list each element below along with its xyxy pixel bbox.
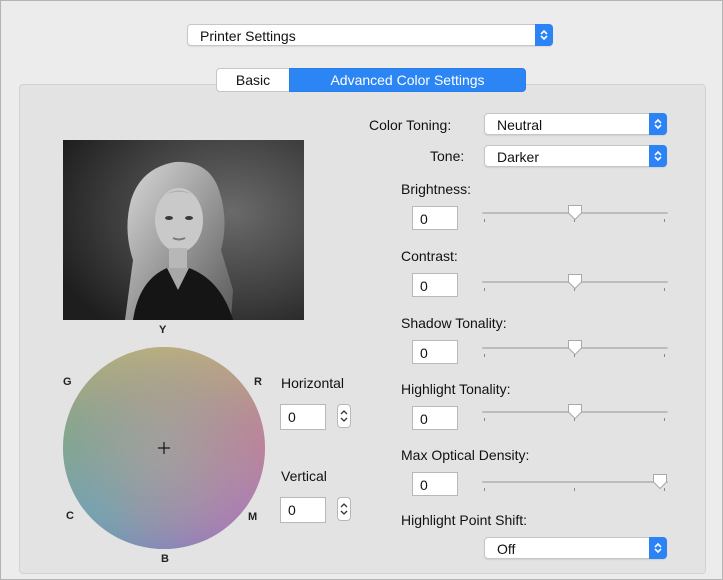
contrast-label: Contrast: bbox=[401, 248, 458, 264]
max-optical-density-field[interactable]: 0 bbox=[412, 472, 458, 496]
color-toning-label: Color Toning: bbox=[369, 117, 452, 133]
tone-dropdown[interactable]: Darker bbox=[484, 145, 667, 167]
vertical-stepper[interactable] bbox=[337, 497, 351, 521]
stepper-arrows-icon bbox=[340, 503, 348, 515]
slider-tick bbox=[574, 488, 575, 491]
color-wheel[interactable] bbox=[62, 346, 266, 550]
slider-tick bbox=[484, 418, 485, 421]
slider-tick bbox=[664, 354, 665, 357]
shadow-tonality-label: Shadow Tonality: bbox=[401, 315, 507, 331]
highlight-tonality-field[interactable]: 0 bbox=[412, 406, 458, 430]
max-optical-density-label: Max Optical Density: bbox=[401, 447, 530, 463]
shadow-tonality-field[interactable]: 0 bbox=[412, 340, 458, 364]
dropdown-arrows-icon bbox=[649, 113, 667, 135]
horizontal-stepper[interactable] bbox=[337, 404, 351, 428]
max-optical-density-slider[interactable] bbox=[482, 473, 668, 493]
wheel-label-y: Y bbox=[159, 324, 167, 336]
slider-thumb[interactable] bbox=[567, 273, 583, 290]
slider-tick bbox=[484, 219, 485, 222]
slider-thumb[interactable] bbox=[567, 403, 583, 420]
dropdown-arrows-icon bbox=[649, 537, 667, 559]
contrast-slider[interactable] bbox=[482, 273, 668, 293]
dropdown-arrows-icon bbox=[649, 145, 667, 167]
slider-thumb[interactable] bbox=[567, 204, 583, 221]
slider-tick bbox=[664, 418, 665, 421]
slider-tick bbox=[484, 354, 485, 357]
slider-tick bbox=[664, 219, 665, 222]
wheel-label-b: B bbox=[161, 553, 169, 565]
highlight-point-shift-value: Off bbox=[497, 541, 516, 557]
highlight-point-shift-label: Highlight Point Shift: bbox=[401, 512, 528, 528]
settings-category-label: Printer Settings bbox=[200, 28, 296, 44]
slider-tick bbox=[484, 488, 485, 491]
shadow-tonality-slider[interactable] bbox=[482, 339, 668, 359]
slider-tick bbox=[664, 288, 665, 291]
vertical-field[interactable]: 0 bbox=[280, 497, 326, 523]
horizontal-field[interactable]: 0 bbox=[280, 404, 326, 430]
slider-track bbox=[482, 481, 668, 483]
color-toning-dropdown[interactable]: Neutral bbox=[484, 113, 667, 135]
highlight-tonality-slider[interactable] bbox=[482, 403, 668, 423]
tab-advanced-color-settings[interactable]: Advanced Color Settings bbox=[289, 68, 526, 92]
tone-label: Tone: bbox=[430, 148, 465, 164]
brightness-label: Brightness: bbox=[401, 181, 472, 197]
vertical-label: Vertical bbox=[281, 468, 327, 484]
slider-thumb[interactable] bbox=[567, 339, 583, 356]
horizontal-label: Horizontal bbox=[281, 375, 345, 391]
stepper-arrows-icon bbox=[340, 410, 348, 422]
color-toning-value: Neutral bbox=[497, 117, 543, 133]
brightness-slider[interactable] bbox=[482, 204, 668, 224]
contrast-field[interactable]: 0 bbox=[412, 273, 458, 297]
brightness-field[interactable]: 0 bbox=[412, 206, 458, 230]
highlight-tonality-label: Highlight Tonality: bbox=[401, 381, 511, 397]
highlight-point-shift-dropdown[interactable]: Off bbox=[484, 537, 667, 559]
tab-basic[interactable]: Basic bbox=[216, 68, 290, 92]
dropdown-arrows-icon bbox=[535, 24, 553, 46]
slider-tick bbox=[484, 288, 485, 291]
settings-category-dropdown[interactable]: Printer Settings bbox=[187, 24, 553, 46]
tone-value: Darker bbox=[497, 149, 540, 165]
slider-thumb[interactable] bbox=[652, 473, 668, 490]
preview-image bbox=[63, 140, 304, 320]
